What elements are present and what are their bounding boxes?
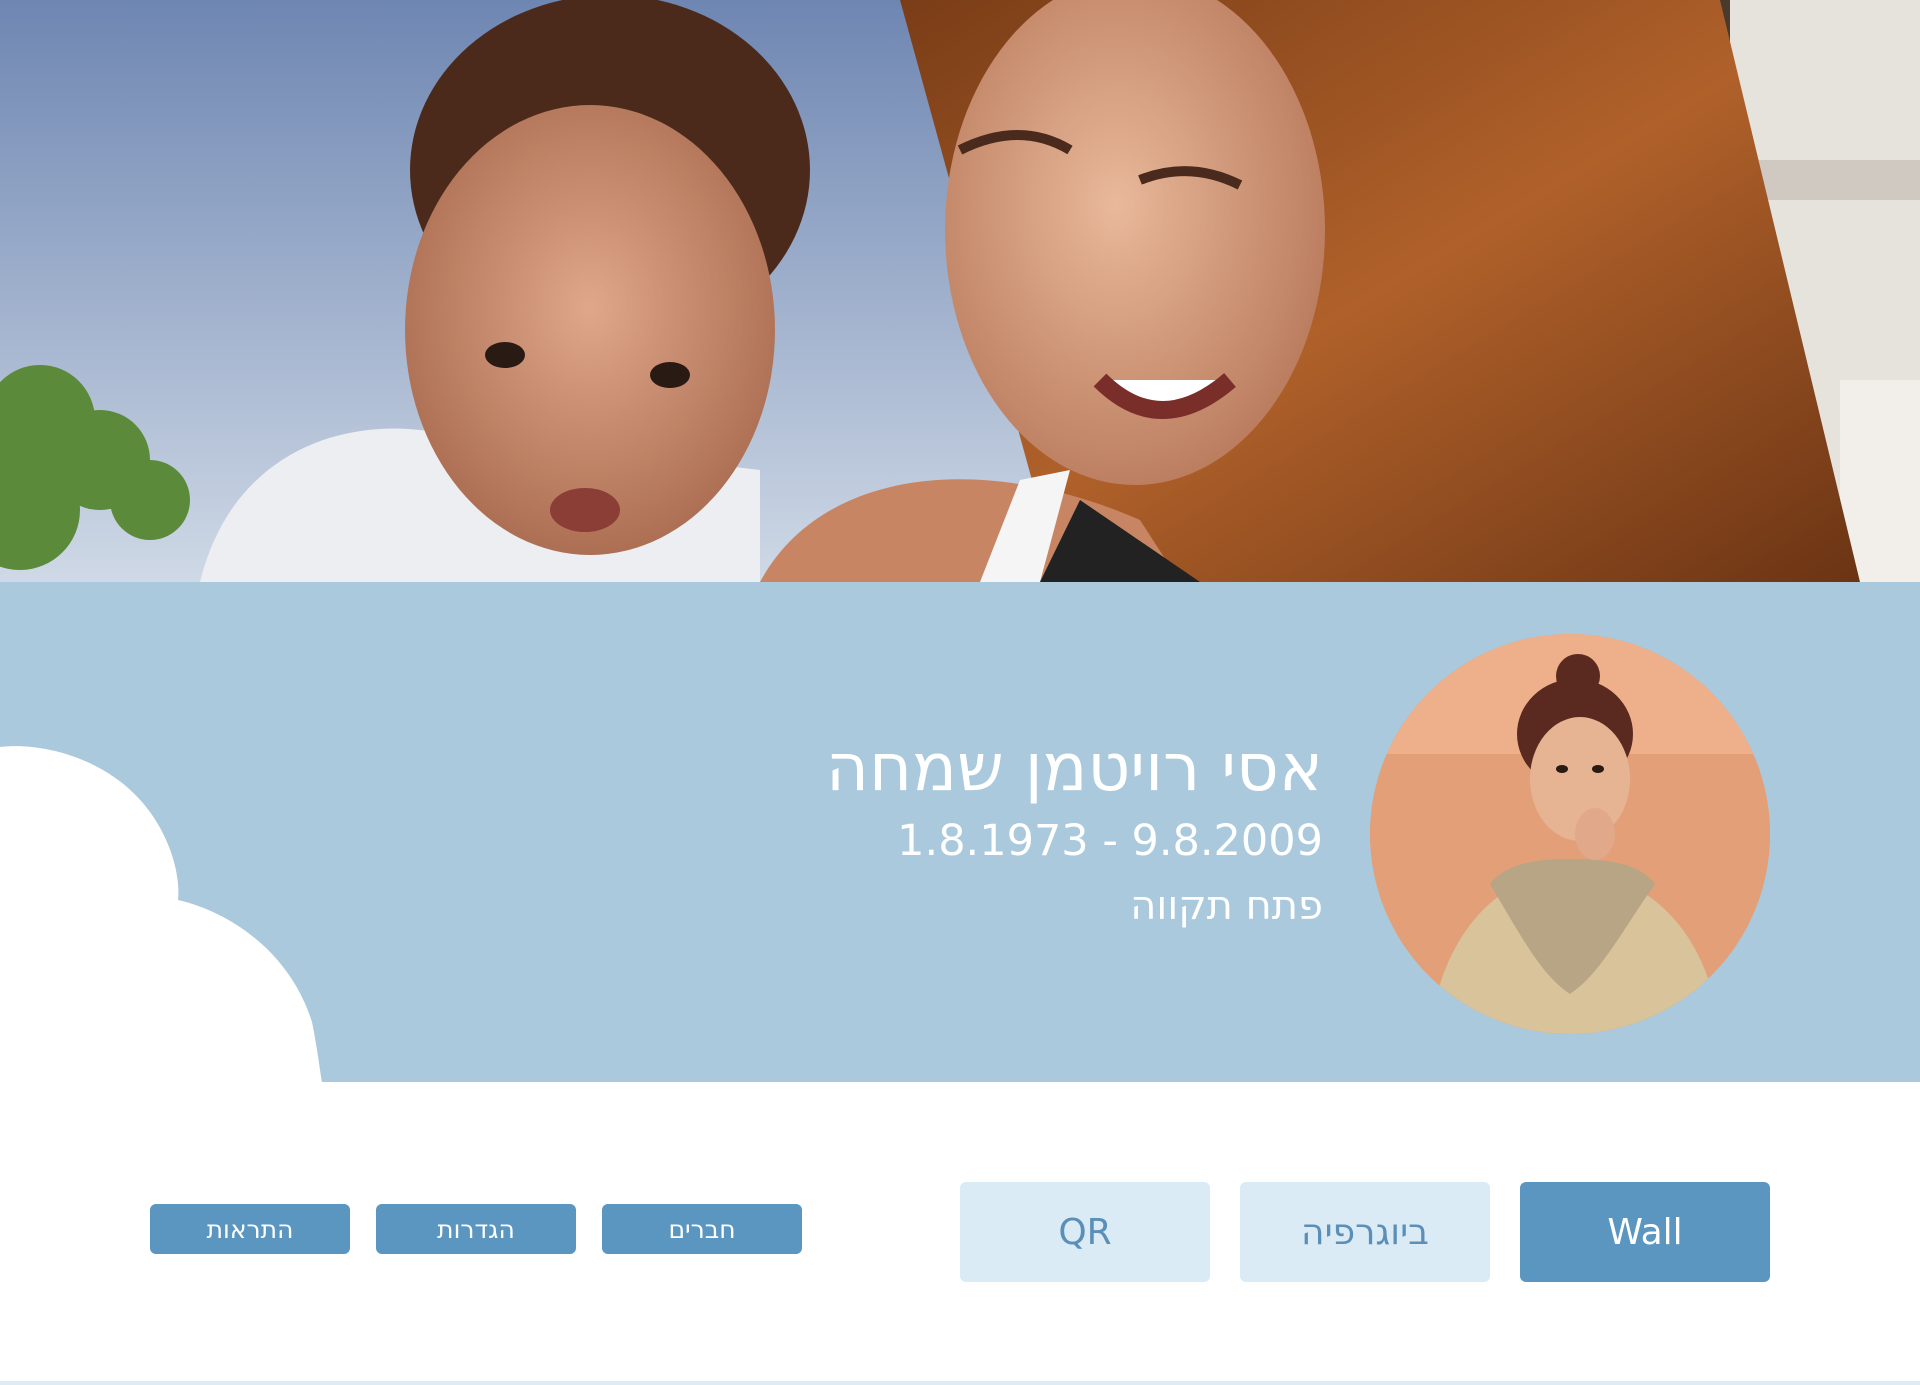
settings-button[interactable]: הגדרות — [376, 1204, 576, 1254]
tab-biography[interactable]: ביוגרפיה — [1240, 1182, 1490, 1282]
profile-location: פתח תקווה — [1130, 883, 1323, 929]
cloud-decoration — [0, 746, 322, 1082]
cover-photo — [0, 0, 1920, 582]
alerts-button[interactable]: התראות — [150, 1204, 350, 1254]
life-dates: 1.8.1973 - 9.8.2009 — [897, 816, 1323, 866]
friends-button[interactable]: חברים — [602, 1204, 802, 1254]
profile-header: אסי רויטמן שמחה 1.8.1973 - 9.8.2009 פתח … — [0, 582, 1920, 1082]
tab-wall[interactable]: Wall — [1520, 1182, 1770, 1282]
profile-name: אסי רויטמן שמחה — [825, 729, 1323, 806]
memorial-profile-page: אסי רויטמן שמחה 1.8.1973 - 9.8.2009 פתח … — [0, 0, 1920, 1385]
tab-qr[interactable]: QR — [960, 1182, 1210, 1282]
profile-info: אסי רויטמן שמחה 1.8.1973 - 9.8.2009 פתח … — [523, 727, 1323, 939]
divider — [0, 1381, 1920, 1385]
profile-avatar — [1370, 634, 1770, 1034]
